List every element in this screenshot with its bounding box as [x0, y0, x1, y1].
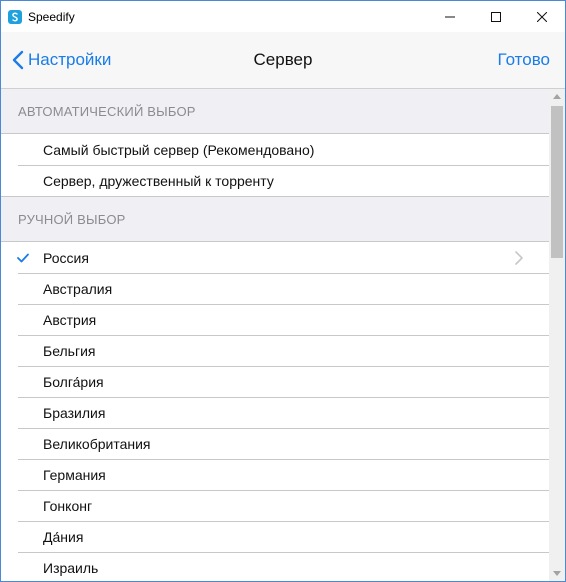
- minimize-icon: [445, 16, 455, 17]
- maximize-icon: [491, 11, 501, 22]
- speedify-logo-icon: [8, 9, 22, 24]
- list-item-label: Сервер, дружественный к торренту: [43, 172, 274, 189]
- vertical-scrollbar[interactable]: [549, 89, 565, 581]
- list-item[interactable]: Болга́рия: [1, 366, 549, 397]
- list-item-label: Великобритания: [43, 435, 151, 452]
- list-item[interactable]: Израиль: [1, 552, 549, 581]
- navigation-bar: Настройки Сервер Готово: [1, 32, 565, 89]
- done-button[interactable]: Готово: [498, 32, 551, 88]
- list-item-label: Россия: [43, 249, 89, 266]
- minimize-button[interactable]: [427, 1, 473, 32]
- section-header-manual: РУЧНОЙ ВЫБОР: [18, 211, 126, 227]
- page-title: Сервер: [253, 50, 313, 69]
- auto-select-group: Самый быстрый сервер (Рекомендовано) Сер…: [1, 133, 549, 197]
- list-item[interactable]: Германия: [1, 459, 549, 490]
- list-item-label: Самый быстрый сервер (Рекомендовано): [43, 141, 315, 158]
- close-icon: [537, 11, 547, 22]
- list-item[interactable]: Да́ния: [1, 521, 549, 552]
- list-item-label: Израиль: [43, 559, 99, 576]
- scroll-up-arrow-icon: [553, 94, 561, 99]
- list-item-selected[interactable]: Россия: [1, 242, 549, 273]
- scroll-down-arrow-icon: [553, 571, 561, 576]
- list-item[interactable]: Австралия: [1, 273, 549, 304]
- window-title: Speedify: [28, 9, 75, 24]
- list-item[interactable]: Гонконг: [1, 490, 549, 521]
- list-item[interactable]: Австрия: [1, 304, 549, 335]
- list-item-label: Гонконг: [43, 497, 93, 514]
- maximize-button[interactable]: [473, 1, 519, 32]
- list-item[interactable]: Великобритания: [1, 428, 549, 459]
- scroll-down-button[interactable]: [549, 566, 565, 581]
- list-item[interactable]: Бельгия: [1, 335, 549, 366]
- settings-list[interactable]: АВТОМАТИЧЕСКИЙ ВЫБОР Самый быстрый серве…: [1, 89, 549, 581]
- window-controls: [427, 1, 565, 32]
- list-item-label: Германия: [43, 466, 106, 483]
- list-item-label: Бразилия: [43, 404, 106, 421]
- scrollbar-thumb[interactable]: [551, 106, 563, 258]
- checkmark-icon: [17, 242, 29, 273]
- chevron-right-icon: [515, 242, 523, 273]
- manual-select-group: Россия Австралия Австрия Бельгия Болга́р…: [1, 241, 549, 581]
- list-item[interactable]: Самый быстрый сервер (Рекомендовано): [1, 134, 549, 165]
- list-item[interactable]: Бразилия: [1, 397, 549, 428]
- list-item-label: Да́ния: [43, 528, 84, 545]
- scroll-up-button[interactable]: [549, 89, 565, 104]
- list-item-label: Болга́рия: [43, 373, 104, 390]
- list-item-label: Бельгия: [43, 342, 96, 359]
- list-item-label: Австралия: [43, 280, 113, 297]
- section-header-auto: АВТОМАТИЧЕСКИЙ ВЫБОР: [18, 103, 196, 119]
- list-item-label: Австрия: [43, 311, 97, 328]
- list-item[interactable]: Сервер, дружественный к торренту: [1, 165, 549, 196]
- app-window: Speedify Настройки Сервер Готово АВТОМАТ…: [0, 0, 566, 582]
- close-button[interactable]: [519, 1, 565, 32]
- title-bar[interactable]: Speedify: [1, 1, 565, 32]
